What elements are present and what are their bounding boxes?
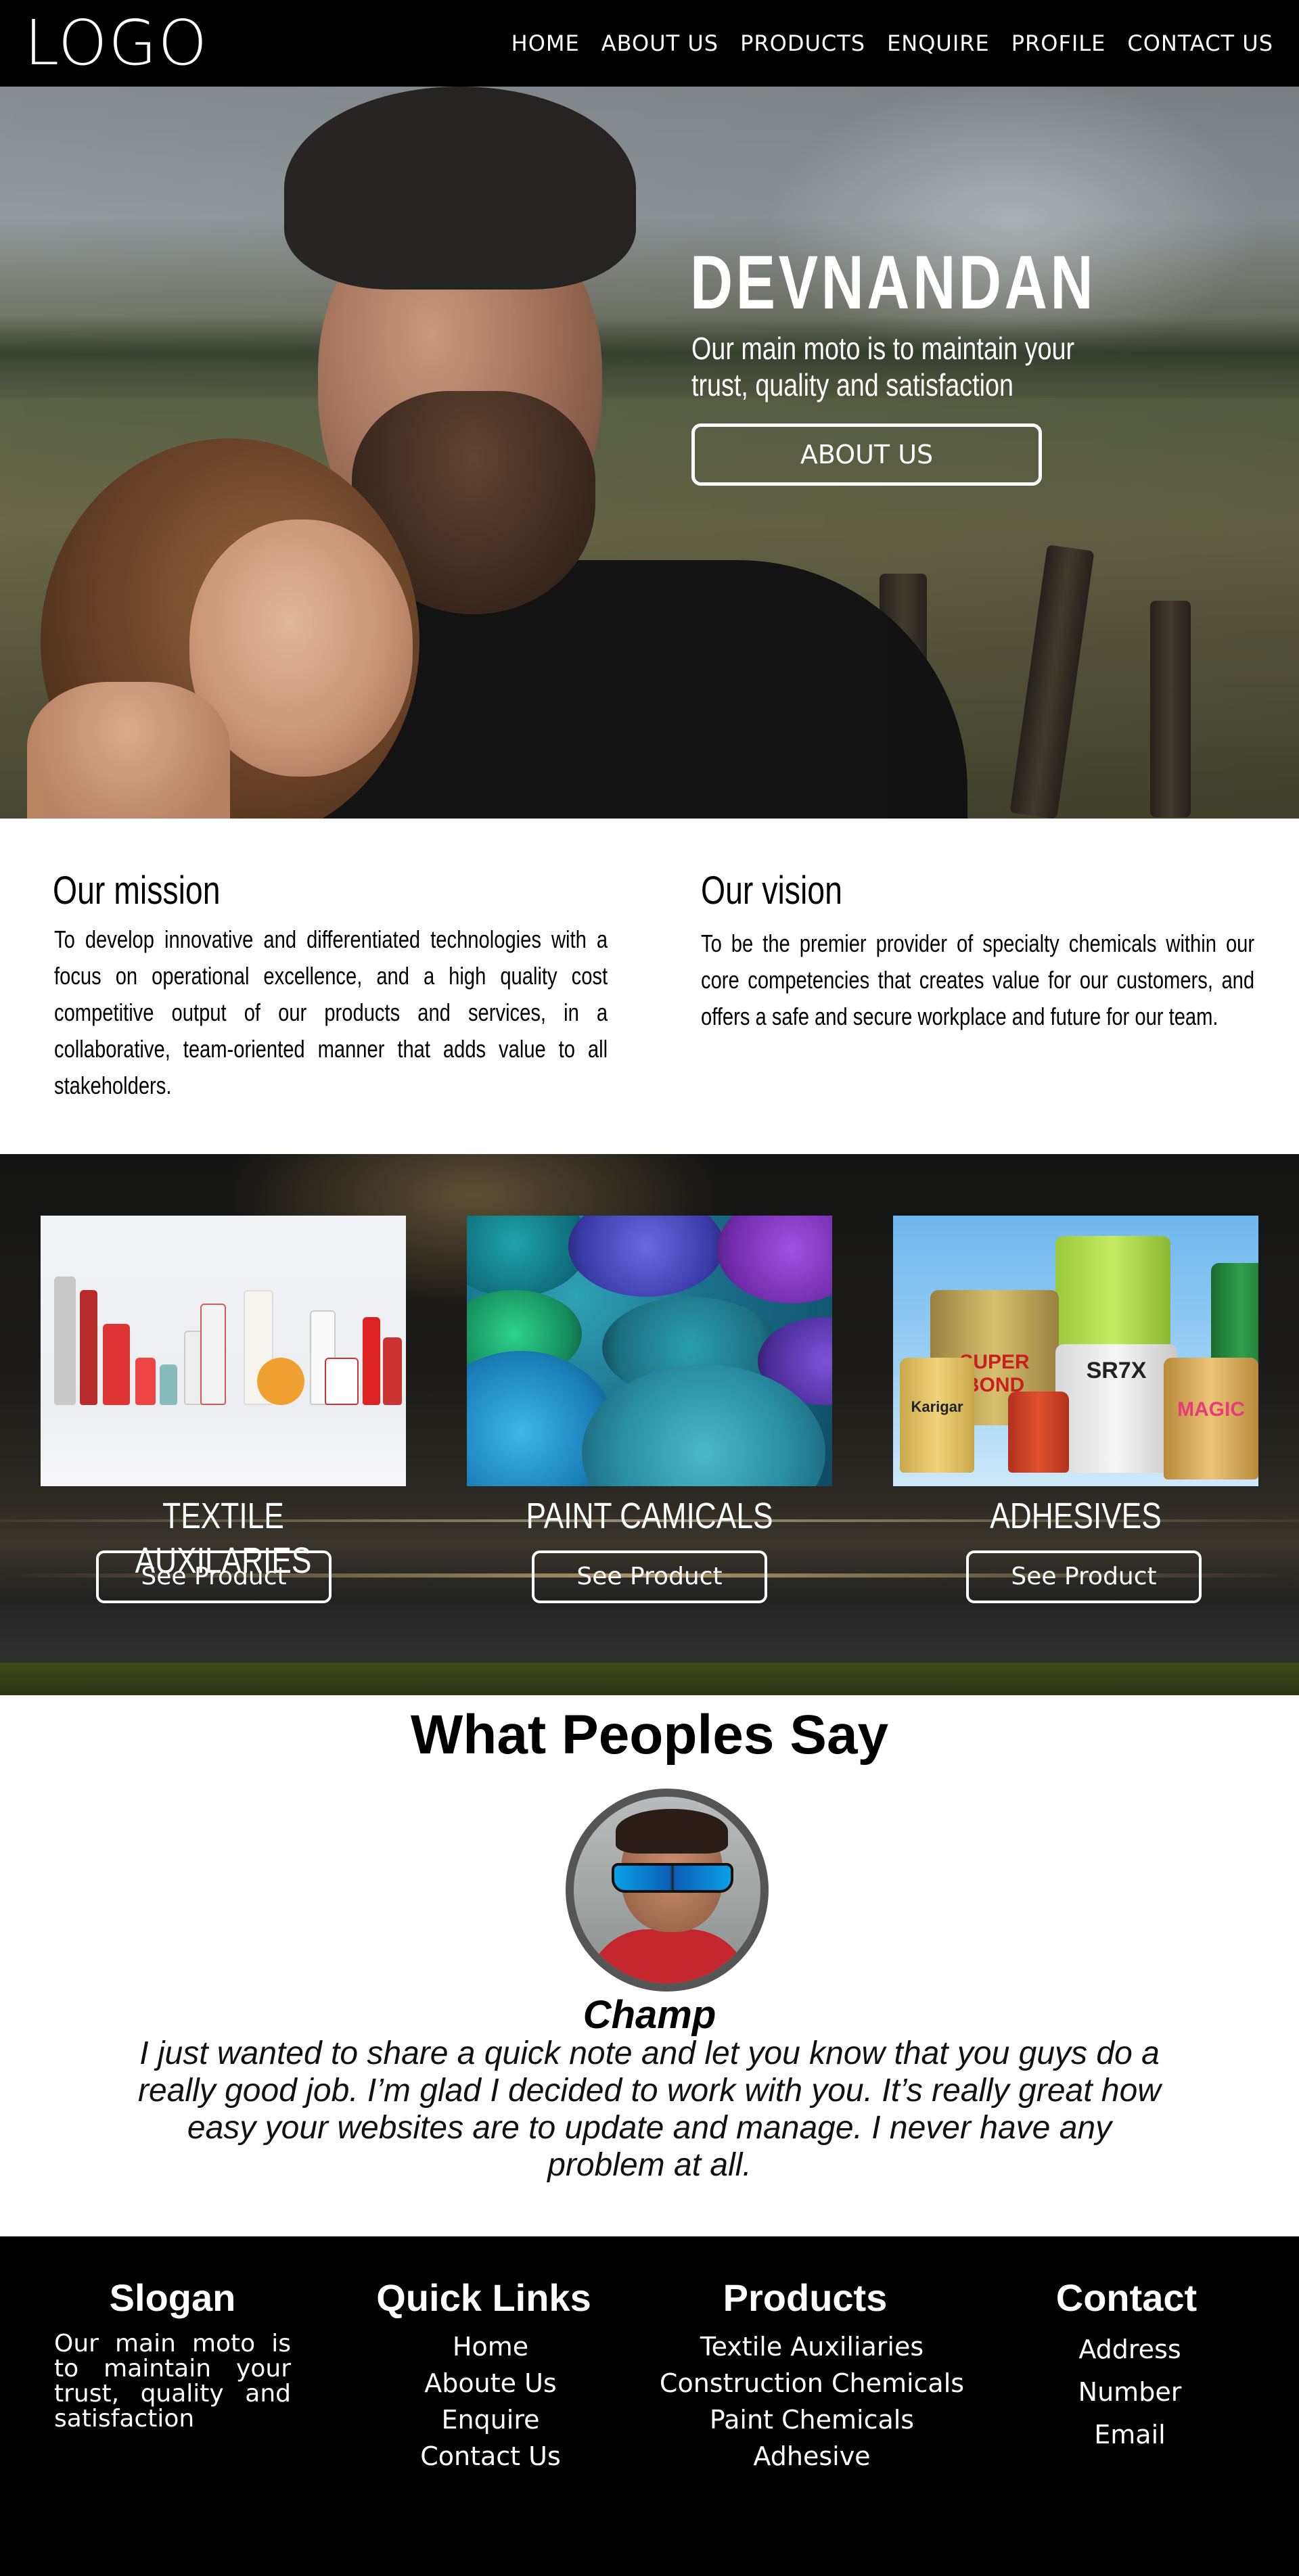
paint-pot-shape	[717, 1216, 832, 1304]
mission-text: To develop innovative and differentiated…	[54, 925, 608, 1099]
bottle-shape	[160, 1364, 177, 1405]
footer-link-contact-us[interactable]: Contact Us	[420, 2438, 561, 2475]
sunglasses-icon	[612, 1863, 733, 1893]
nav-contact-us[interactable]: CONTACT US	[1127, 30, 1273, 57]
hero-title: DEVNANDAN	[690, 240, 1097, 325]
footer-product-construction[interactable]: Construction Chemicals	[660, 2365, 964, 2401]
bottle-shape	[80, 1290, 97, 1405]
footer-contact-title: Contact	[1055, 2276, 1198, 2319]
footer-link-about-us[interactable]: Aboute Us	[424, 2365, 556, 2401]
footer-contact-address[interactable]: Address	[1078, 2328, 1181, 2371]
vision-text: To be the premier provider of specialty …	[701, 929, 1255, 1030]
testimonial-avatar	[566, 1789, 769, 1992]
nav-about-us[interactable]: ABOUT US	[601, 30, 719, 57]
avatar-hair	[616, 1809, 728, 1854]
vision-title: Our vision	[701, 869, 842, 913]
footer-slogan-title: Slogan	[109, 2276, 236, 2319]
can-shape: Karigar	[900, 1358, 974, 1473]
see-product-button-adhesives[interactable]: See Product	[966, 1550, 1202, 1603]
mission-title: Our mission	[53, 869, 221, 913]
can-shape	[1008, 1392, 1069, 1473]
bottle-shape	[383, 1337, 402, 1405]
testimonial-heading: What Peoples Say	[410, 1704, 889, 1766]
paint-pot-shape	[568, 1216, 724, 1297]
footer-products-list: Textile Auxiliaries Construction Chemica…	[650, 2328, 974, 2475]
see-product-button-textile[interactable]: See Product	[96, 1550, 332, 1603]
avatar-shirt	[587, 1929, 750, 1983]
hero-overlay	[0, 87, 1299, 819]
footer-product-textile[interactable]: Textile Auxiliaries	[700, 2328, 924, 2365]
product-title-paint: PAINT CAMICALS	[526, 1496, 773, 1536]
site-logo[interactable]: LOGO	[24, 9, 208, 77]
can-shape: SR7X	[1055, 1344, 1177, 1473]
footer-contact-list: Address Number Email	[1001, 2328, 1258, 2456]
paint-product-image[interactable]	[467, 1216, 832, 1486]
nav-home[interactable]: HOME	[511, 30, 580, 57]
nav-products[interactable]: PRODUCTS	[740, 30, 865, 57]
hero-about-us-button[interactable]: ABOUT US	[691, 423, 1042, 486]
bottle-shape	[363, 1317, 380, 1405]
bottle-shape	[54, 1276, 76, 1405]
nav-profile[interactable]: PROFILE	[1011, 30, 1106, 57]
textile-product-image[interactable]	[41, 1216, 406, 1486]
bottle-shape	[325, 1358, 359, 1405]
can-shape: MAGIC	[1164, 1358, 1258, 1479]
bottle-shape	[103, 1324, 130, 1405]
footer-link-enquire[interactable]: Enquire	[441, 2401, 539, 2438]
footer-contact-number[interactable]: Number	[1078, 2371, 1182, 2414]
adhesive-product-image[interactable]: SUPERBOND SUPER BOND SR7X Karigar MAGIC	[893, 1216, 1258, 1486]
footer-products-title: Products	[723, 2276, 888, 2319]
main-nav: HOME ABOUT US PRODUCTS ENQUIRE PROFILE C…	[490, 30, 1273, 57]
bottle-shape	[135, 1358, 156, 1405]
testimonial-quote: I just wanted to share a quick note and …	[138, 2036, 1161, 2183]
footer-product-paint[interactable]: Paint Chemicals	[710, 2401, 914, 2438]
hero-banner	[0, 87, 1299, 819]
footer-slogan-text: Our main moto is to maintain your trust,…	[54, 2330, 291, 2433]
products-bg-grass	[0, 1663, 1299, 1695]
bottle-shape	[200, 1304, 226, 1405]
hero-subtitle: Our main moto is to maintain your trust,…	[691, 331, 1075, 402]
testimonial-name: Champ	[583, 1993, 716, 2037]
footer-product-adhesive[interactable]: Adhesive	[753, 2438, 870, 2475]
footer-contact-email[interactable]: Email	[1094, 2414, 1165, 2456]
footer-link-home[interactable]: Home	[453, 2328, 528, 2365]
product-title-adhesives: ADHESIVES	[990, 1496, 1162, 1536]
bottle-shape	[257, 1358, 304, 1405]
footer-quick-links-title: Quick Links	[376, 2276, 591, 2319]
see-product-button-paint[interactable]: See Product	[532, 1550, 767, 1603]
top-navbar: LOGO HOME ABOUT US PRODUCTS ENQUIRE PROF…	[0, 0, 1299, 87]
footer-quick-links: Home Aboute Us Enquire Contact Us	[352, 2328, 629, 2475]
nav-enquire[interactable]: ENQUIRE	[887, 30, 990, 57]
